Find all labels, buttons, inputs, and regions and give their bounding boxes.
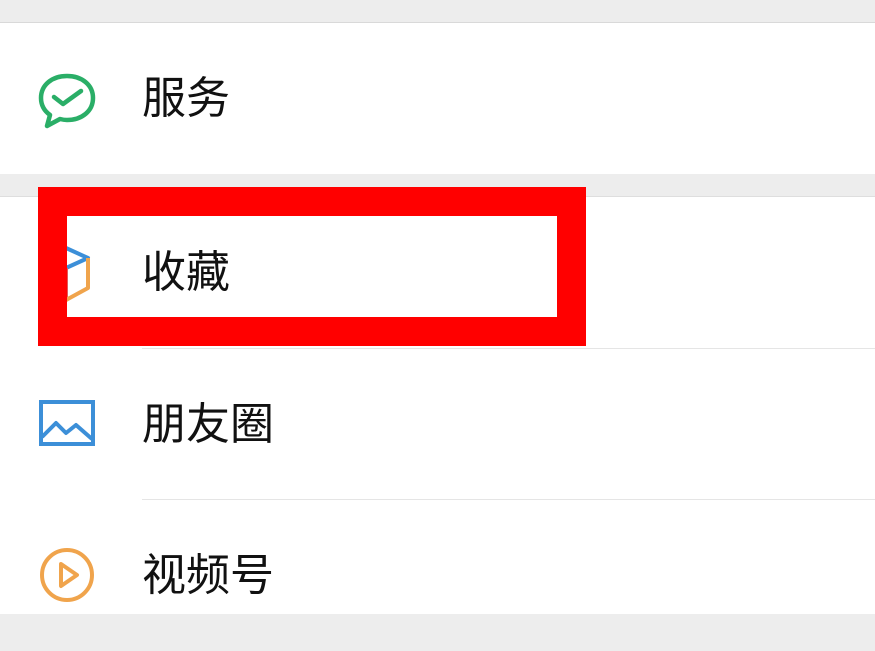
picture-icon <box>36 393 98 455</box>
play-circle-icon <box>36 544 98 606</box>
menu-item-label: 视频号 <box>142 550 274 601</box>
menu-item-services[interactable]: 服务 <box>0 23 875 174</box>
menu-item-label: 收藏 <box>142 247 230 298</box>
menu-item-label: 服务 <box>142 73 230 124</box>
menu-item-favorites[interactable]: 收藏 <box>0 197 875 348</box>
menu-item-label: 朋友圈 <box>142 399 274 450</box>
menu-item-moments[interactable]: 朋友圈 <box>0 349 875 500</box>
menu-item-channels[interactable]: 视频号 <box>0 500 875 651</box>
menu-group-main: 收藏 朋友圈 视频号 <box>0 197 875 614</box>
wechat-pay-icon <box>36 70 98 132</box>
top-separator <box>0 0 875 23</box>
menu-group-services: 服务 <box>0 23 875 174</box>
cube-icon <box>36 244 98 306</box>
group-separator <box>0 174 875 197</box>
